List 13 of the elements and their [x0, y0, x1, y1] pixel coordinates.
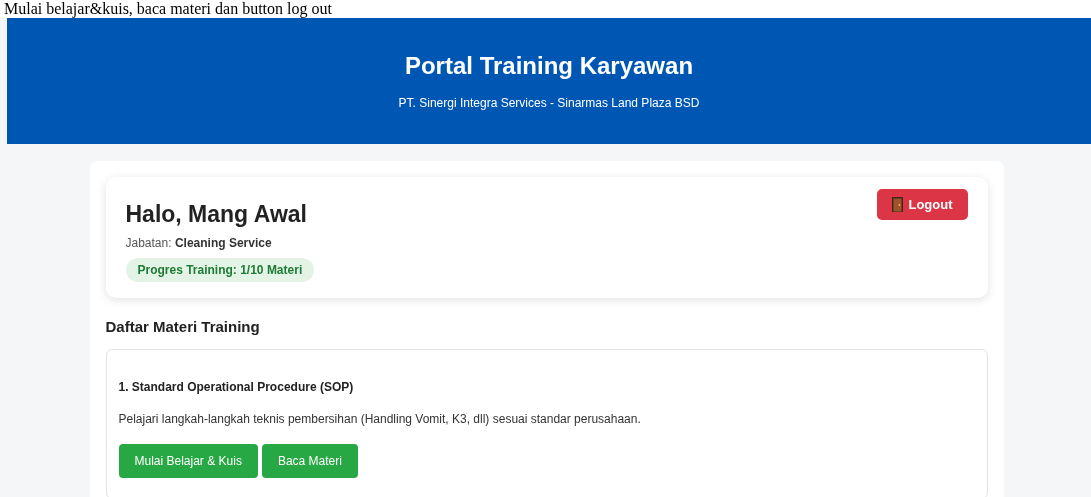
- caption-text: Mulai belajar&kuis, baca materi dan button log out: [0, 0, 1091, 18]
- material-button[interactable]: Baca Materi: [261, 444, 358, 478]
- company-subtitle: PT. Sinergi Integra Services - Sinarmas Land Plaza BSD: [398, 96, 700, 110]
- progress-badge: Progres Training: 1/10 Materi: [125, 258, 315, 282]
- material-title: 1. Standard Operational Procedure (SOP): [118, 380, 355, 394]
- material-button[interactable]: Mulai Belajar & Kuis: [118, 444, 258, 478]
- material-description: Pelajari langkah-langkah teknis pembersihan (Handling Vomit, K3, dll) sesuai standar perusahaan.: [118, 412, 642, 426]
- section-heading: Daftar Materi Training: [105, 318, 261, 335]
- logout-button[interactable]: Logout: [877, 189, 968, 220]
- greeting-heading: Halo, Mang Awal: [125, 201, 307, 228]
- page-title: Portal Training Karyawan: [404, 52, 694, 80]
- position-text: Jabatan: Cleaning Service: [125, 236, 272, 250]
- door-icon: [892, 197, 904, 212]
